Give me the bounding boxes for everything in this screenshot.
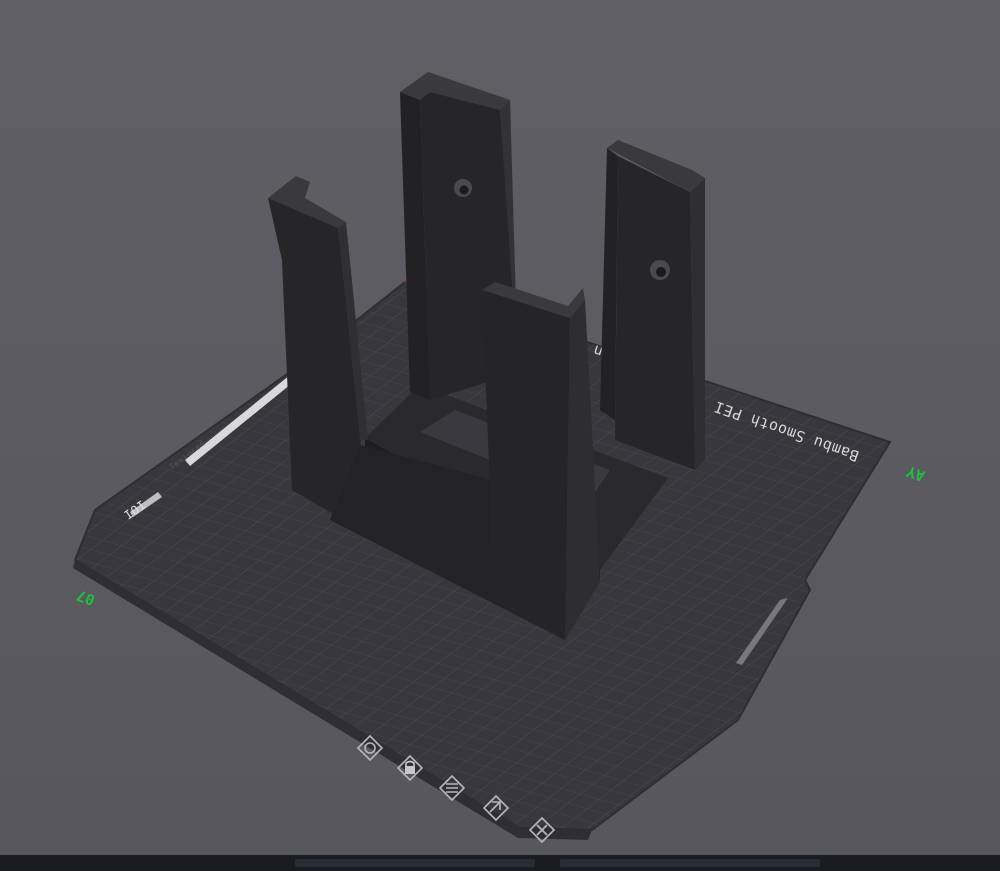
lock-icon [396, 754, 424, 782]
plate-tool-close[interactable] [526, 814, 558, 846]
settings-icon [482, 794, 510, 822]
taskbar-segment[interactable] [295, 859, 535, 867]
plate-tool-orient[interactable] [354, 732, 386, 764]
taskbar-segment[interactable] [560, 859, 820, 867]
3d-viewport[interactable]: Bambu Smooth PEI n T Textured IOI 07 AY [0, 0, 1000, 855]
close-icon [528, 816, 556, 844]
scene-canvas[interactable]: Bambu Smooth PEI n T Textured IOI 07 AY [0, 0, 1000, 855]
arrange-icon [438, 774, 466, 802]
orient-icon [356, 734, 384, 762]
plate-tool-settings[interactable] [480, 792, 512, 824]
plate-tool-arrange[interactable] [436, 772, 468, 804]
axis-origin-label: 07 [74, 586, 97, 609]
taskbar [0, 855, 1000, 871]
plate-tool-lock[interactable] [394, 752, 426, 784]
axis-y-label: AY [904, 462, 927, 485]
